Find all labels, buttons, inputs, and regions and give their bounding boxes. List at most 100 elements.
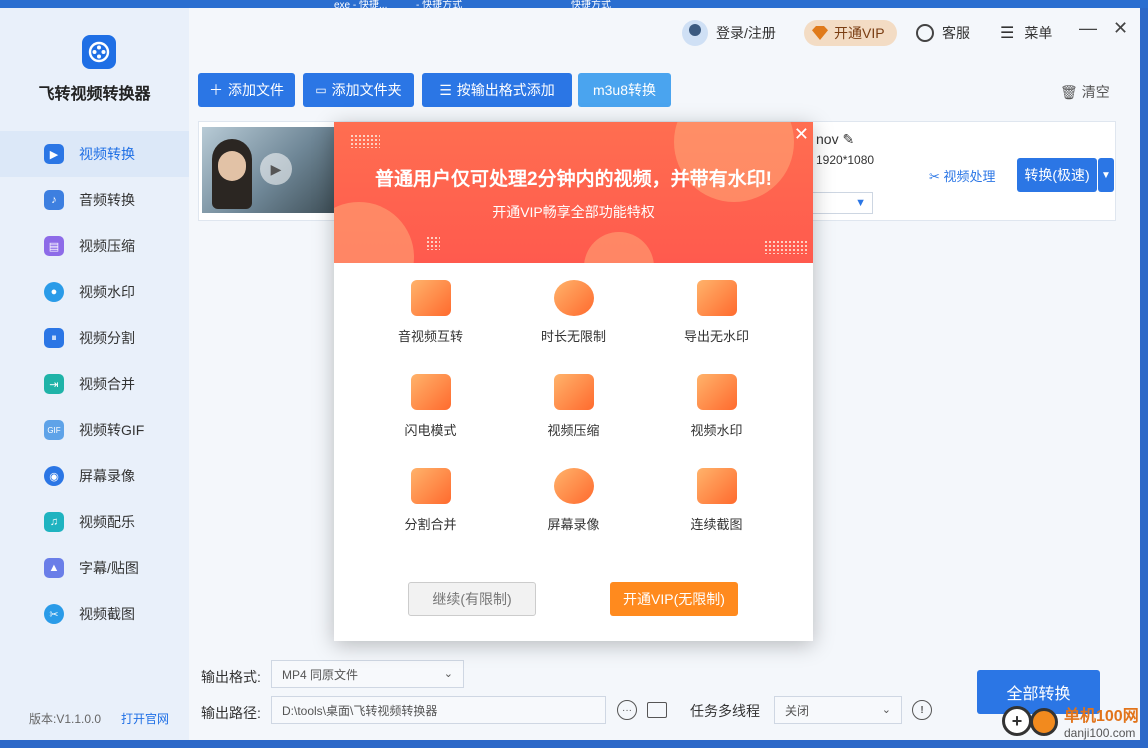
sidebar-item-subtitle-sticker[interactable]: ▲ 字幕/贴图 <box>0 545 189 591</box>
plus-icon: ＋ <box>209 82 223 98</box>
open-vip-button[interactable]: 开通VIP(无限制) <box>610 582 738 616</box>
service-button[interactable]: 客服 <box>916 20 970 46</box>
minimize-button[interactable]: — <box>1079 18 1097 39</box>
compress-icon <box>553 374 594 410</box>
sidebar-item-video-compress[interactable]: ▤ 视频压缩 <box>0 223 189 269</box>
taskbar-item[interactable]: 快捷方式 <box>571 0 611 8</box>
sidebar-item-label: 视频压缩 <box>79 238 135 254</box>
video-thumbnail[interactable]: ▶ <box>202 127 338 213</box>
continue-limited-button[interactable]: 继续(有限制) <box>408 582 536 616</box>
output-path-input[interactable]: D:\tools\桌面\飞转视频转换器 <box>271 696 606 724</box>
play-icon[interactable]: ▶ <box>260 153 292 185</box>
close-icon[interactable]: ✕ <box>794 124 809 145</box>
sidebar-item-label: 视频分割 <box>79 330 135 346</box>
sidebar-nav: ▶ 视频转换 ♪ 音频转换 ▤ 视频压缩 ● 视频水印 ⏸ 视频分割 ⇥ 视频合并 GIF 视… <box>0 131 189 637</box>
feature-item: 导出无水印 <box>645 280 788 345</box>
sidebar-item-video-gif[interactable]: GIF 视频转GIF <box>0 407 189 453</box>
avatar <box>682 20 708 46</box>
taskbar-item[interactable]: - 快捷方式 <box>416 0 462 8</box>
sidebar-item-video-convert[interactable]: ▶ 视频转换 <box>0 131 189 177</box>
open-website-link[interactable]: 打开官网 <box>121 710 169 727</box>
banner-decoration <box>584 232 654 263</box>
banner-dots <box>426 236 440 250</box>
edit-icon[interactable]: ✎ <box>842 131 854 147</box>
dialog-title: 普通用户仅可处理2分钟内的视频，并带有水印! <box>375 169 772 190</box>
add-file-button[interactable]: ＋ 添加文件 <box>198 73 295 107</box>
output-format-dropdown[interactable]: MP4 同原文件 ⌄ <box>271 660 464 688</box>
gif-icon: GIF <box>44 420 64 440</box>
clear-label: 清空 <box>1081 84 1110 100</box>
close-button[interactable]: ✕ <box>1113 18 1128 39</box>
scissors-icon: ✂ <box>929 169 940 184</box>
banner-dots <box>350 134 380 148</box>
image-icon: ▲ <box>44 558 64 578</box>
diamond-icon <box>812 26 828 40</box>
scissors-icon: ✂ <box>44 604 64 624</box>
thread-dropdown[interactable]: 关闭 ⌄ <box>774 696 902 724</box>
sidebar-item-label: 视频转换 <box>79 146 135 162</box>
feature-item: 分割合并 <box>359 468 502 533</box>
feature-label: 屏幕录像 <box>547 517 600 532</box>
video-process-button[interactable]: ✂ 视频处理 <box>929 166 996 185</box>
feature-label: 视频压缩 <box>547 423 600 438</box>
add-by-format-button[interactable]: ☰ 按输出格式添加 <box>422 73 572 107</box>
watermark-icon: ● <box>44 282 64 302</box>
login-label: 登录/注册 <box>716 25 776 41</box>
record-icon <box>553 468 594 504</box>
taskbar-item[interactable]: exe - 快捷... <box>334 0 387 8</box>
more-icon[interactable]: ··· <box>617 700 637 720</box>
sidebar-item-screen-record[interactable]: ◉ 屏幕录像 <box>0 453 189 499</box>
video-convert-icon: ▶ <box>44 144 64 164</box>
convert-dropdown-button[interactable]: ▼ <box>1098 158 1114 192</box>
thread-label: 任务多线程 <box>690 703 760 719</box>
audio-icon: ♪ <box>44 190 64 210</box>
sidebar-item-label: 视频转GIF <box>79 422 145 438</box>
add-folder-button[interactable]: ▭ 添加文件夹 <box>303 73 414 107</box>
sidebar-item-video-screenshot[interactable]: ✂ 视频截图 <box>0 591 189 637</box>
info-icon[interactable]: ! <box>912 700 932 720</box>
app-name: 飞转视频转换器 <box>38 86 151 103</box>
thumbnail-face <box>218 151 246 181</box>
banner-dots <box>764 240 808 254</box>
sidebar-item-video-music[interactable]: ♫ 视频配乐 <box>0 499 189 545</box>
output-path-value: D:\tools\桌面\飞转视频转换器 <box>282 703 438 718</box>
login-button[interactable]: 登录/注册 <box>682 20 776 46</box>
thread-value: 关闭 <box>785 703 810 718</box>
vip-promo-dialog: 普通用户仅可处理2分钟内的视频，并带有水印! 开通VIP畅享全部功能特权 ✕ 音… <box>334 122 813 641</box>
chevron-down-icon: ⌄ <box>881 704 891 716</box>
sidebar-item-label: 视频水印 <box>79 284 135 300</box>
vip-button[interactable]: 开通VIP <box>804 20 897 46</box>
vip-label: 开通VIP <box>834 25 885 41</box>
open-folder-icon[interactable] <box>647 702 667 718</box>
taskbar-strip: exe - 快捷... - 快捷方式 快捷方式 <box>0 0 1148 8</box>
sidebar-item-label: 视频合并 <box>79 376 135 392</box>
output-path-label: 输出路径: <box>201 705 261 721</box>
convert-fast-button[interactable]: 转换(极速) <box>1017 158 1097 192</box>
watermark-icon <box>696 374 737 410</box>
file-resolution: 1920*1080 <box>816 153 875 167</box>
watermark-site: 单机100网 <box>1064 708 1139 725</box>
trash-icon: 🗑 <box>1060 84 1078 100</box>
sidebar-item-video-watermark[interactable]: ● 视频水印 <box>0 269 189 315</box>
add-by-format-label: 按输出格式添加 <box>456 82 555 98</box>
site-watermark: + 单机100网 danji100.com <box>1000 700 1148 748</box>
menu-icon: ☰ <box>1000 25 1015 42</box>
feature-item: 视频压缩 <box>502 374 645 439</box>
clock-icon <box>553 280 594 316</box>
m3u8-convert-button[interactable]: m3u8转换 <box>578 73 671 107</box>
dialog-subtitle: 开通VIP畅享全部功能特权 <box>492 204 655 220</box>
clear-button[interactable]: 🗑 清空 <box>1060 82 1110 102</box>
feature-item: 屏幕录像 <box>502 468 645 533</box>
sidebar-item-label: 屏幕录像 <box>79 468 135 484</box>
plus-logo-icon: + <box>1002 706 1032 736</box>
circle-logo-icon <box>1030 708 1058 736</box>
sidebar-item-video-split[interactable]: ⏸ 视频分割 <box>0 315 189 361</box>
chat-icon <box>916 24 934 42</box>
sidebar-item-audio-convert[interactable]: ♪ 音频转换 <box>0 177 189 223</box>
menu-button[interactable]: ☰ 菜单 <box>1000 20 1052 46</box>
output-format-select[interactable]: ▼ <box>809 192 873 214</box>
output-format-label: 输出格式: <box>201 669 261 685</box>
image-icon <box>696 468 737 504</box>
sidebar-item-video-merge[interactable]: ⇥ 视频合并 <box>0 361 189 407</box>
app-logo-icon <box>82 35 116 69</box>
